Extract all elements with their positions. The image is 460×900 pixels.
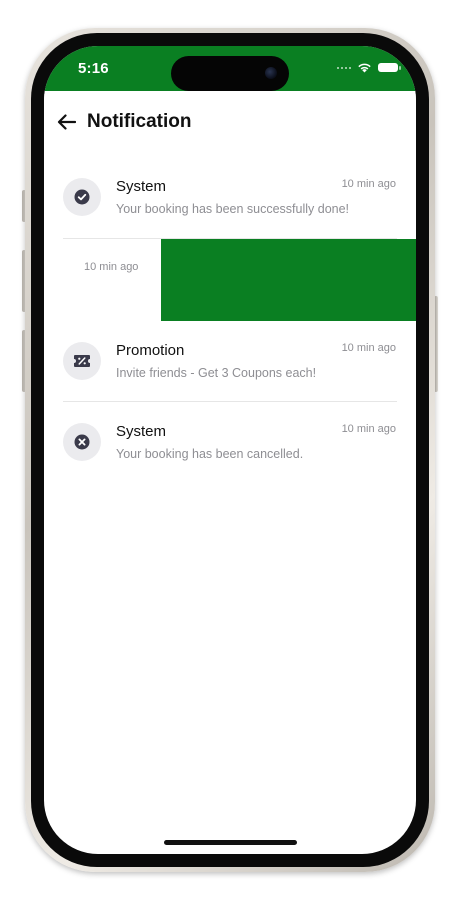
back-button[interactable] bbox=[56, 112, 76, 132]
notification-body: Your booking has been cancelled. bbox=[116, 447, 304, 461]
notification-item-promotion[interactable]: Promotion 10 min ago Invite friends - Ge… bbox=[44, 322, 416, 402]
notification-time: 10 min ago bbox=[341, 178, 396, 190]
status-bar: 5:16 bbox=[44, 46, 416, 91]
notification-time: 10 min ago bbox=[341, 342, 396, 354]
status-time: 5:16 bbox=[78, 60, 109, 77]
coupon-percent-icon bbox=[74, 355, 90, 367]
cellular-signal-icon bbox=[337, 66, 351, 69]
list-divider bbox=[63, 401, 397, 402]
notification-title: System bbox=[116, 423, 167, 440]
notification-body: Your booking has been successfully done! bbox=[116, 202, 350, 216]
notification-title: System bbox=[116, 178, 167, 195]
page-header: Notification bbox=[44, 91, 416, 151]
phone-screen: 5:16 Notification System 10 min ago Your… bbox=[44, 46, 416, 854]
notification-item-system-cancelled[interactable]: System 10 min ago Your booking has been … bbox=[44, 403, 416, 483]
notification-item-system-success[interactable]: System 10 min ago Your booking has been … bbox=[44, 158, 416, 238]
check-circle-icon bbox=[74, 189, 90, 205]
status-indicators bbox=[337, 62, 401, 73]
page-title: Notification bbox=[87, 111, 192, 132]
swipe-action-button[interactable] bbox=[161, 239, 416, 321]
notification-time: 10 min ago bbox=[341, 423, 396, 435]
notification-icon-wrap bbox=[63, 423, 101, 461]
arrow-left-icon bbox=[57, 114, 76, 130]
notification-time: 10 min ago bbox=[84, 261, 139, 273]
x-circle-icon bbox=[74, 434, 90, 450]
notification-body: Invite friends - Get 3 Coupons each! bbox=[116, 366, 317, 380]
swiped-item-content[interactable]: 10 min ago bbox=[44, 239, 161, 321]
device-stage: 5:16 Notification System 10 min ago Your… bbox=[0, 0, 460, 900]
battery-icon bbox=[378, 63, 401, 72]
wifi-icon bbox=[358, 63, 371, 73]
notification-icon-wrap bbox=[63, 342, 101, 380]
home-indicator[interactable] bbox=[164, 840, 297, 845]
dynamic-island bbox=[171, 56, 289, 91]
notification-icon-wrap bbox=[63, 178, 101, 216]
notification-item-swiped[interactable]: 10 min ago bbox=[44, 239, 416, 321]
camera-icon bbox=[265, 67, 277, 79]
notification-title: Promotion bbox=[116, 342, 185, 359]
